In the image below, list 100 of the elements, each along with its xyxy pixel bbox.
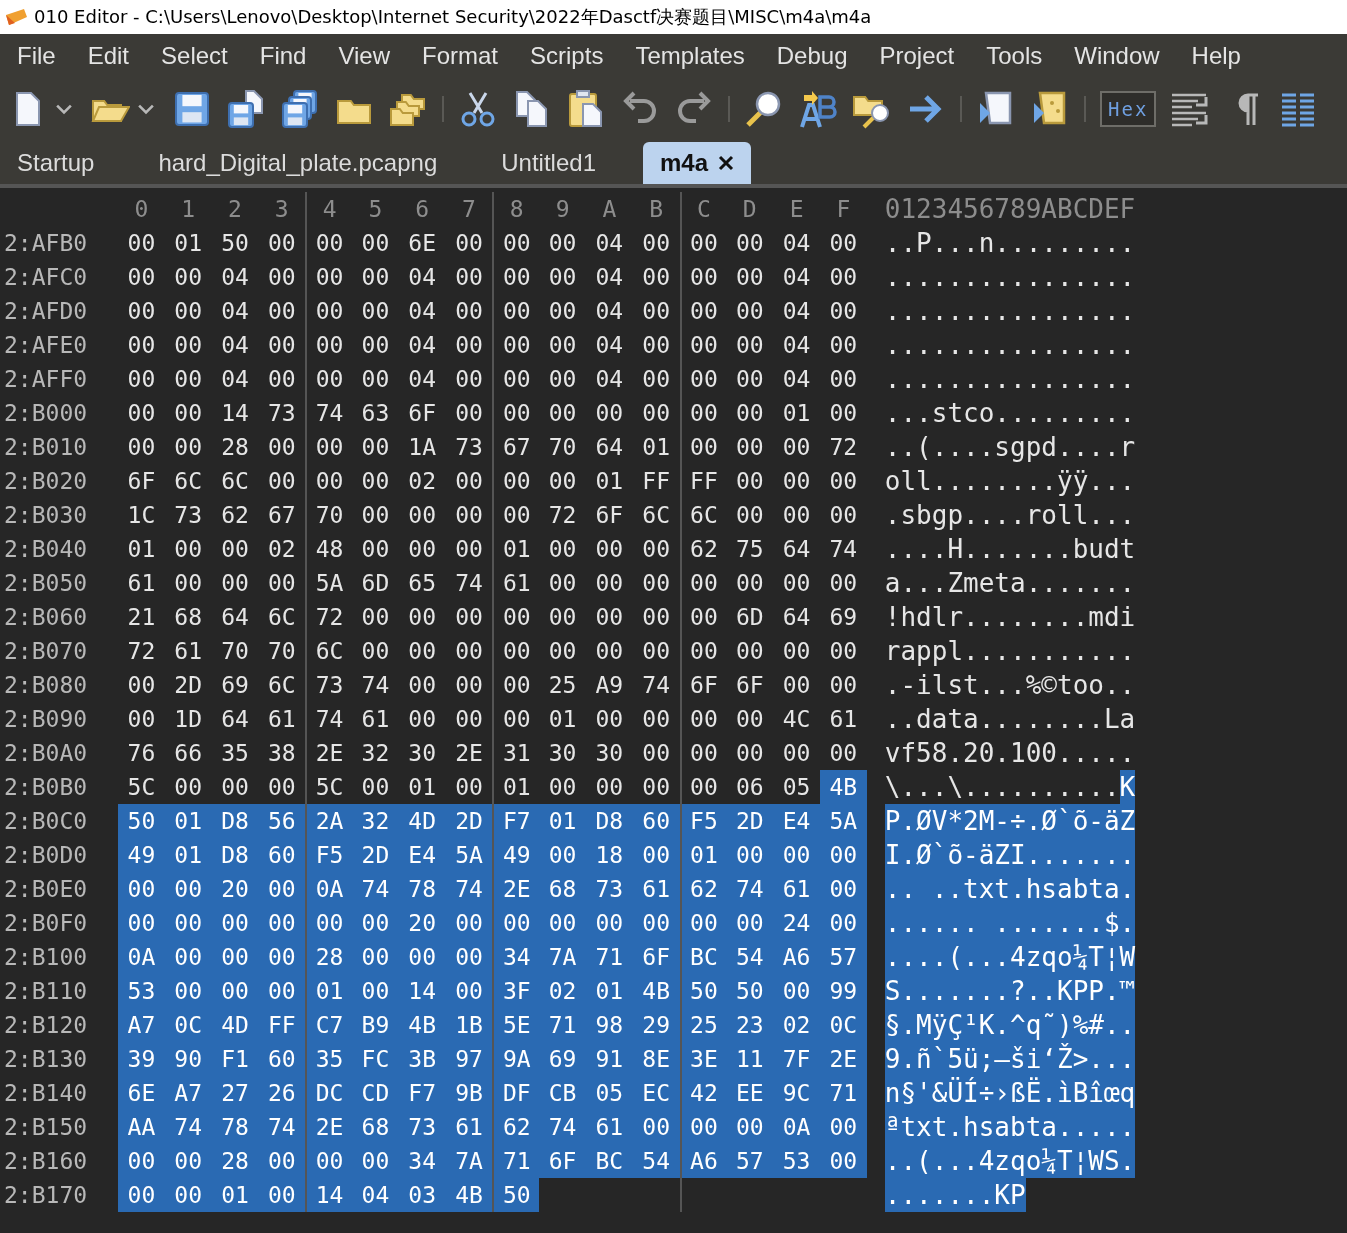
menu-item[interactable]: Help xyxy=(1175,42,1257,70)
hex-byte: 00 xyxy=(126,229,157,258)
hex-byte: 73 xyxy=(173,501,204,530)
hex-byte: 00 xyxy=(734,637,765,666)
hex-byte: 00 xyxy=(781,671,812,700)
hex-byte: F5 xyxy=(305,838,352,872)
hex-byte: 00 xyxy=(454,467,484,496)
row-address: 2:B0A0 xyxy=(3,739,89,768)
hex-byte: 9C xyxy=(773,1076,820,1110)
file-tab[interactable]: hard_Digital_plate.pcapng xyxy=(141,142,455,184)
hex-byte: 00 xyxy=(173,433,204,462)
hex-byte: 00 xyxy=(126,331,157,360)
hex-byte: 00 xyxy=(828,467,859,496)
hex-byte: 56 xyxy=(258,804,306,838)
hex-byte: 34 xyxy=(398,1144,446,1178)
menu-item[interactable]: Format xyxy=(406,42,515,70)
hex-byte: 00 xyxy=(641,331,671,360)
hex-byte: 01 xyxy=(407,773,438,802)
hex-byte: 00 xyxy=(398,940,446,974)
menu-item[interactable]: Debug xyxy=(760,42,864,70)
replace-icon[interactable] xyxy=(798,89,838,129)
hex-byte: 00 xyxy=(454,365,484,394)
hex-byte: 00 xyxy=(454,671,484,700)
hex-byte: 00 xyxy=(454,501,484,530)
hex-byte: 76 xyxy=(126,739,157,768)
hex-byte: 9B xyxy=(445,1076,493,1110)
ascii-text: \...\.......... xyxy=(884,771,1120,804)
hex-byte: 11 xyxy=(726,1042,774,1076)
menu-item[interactable]: Scripts xyxy=(514,42,620,70)
ascii-text: ...stco......... xyxy=(884,397,1136,430)
hex-byte: 01 xyxy=(679,838,727,872)
ascii-text: P.ØV*2M-÷.Ø`õ-äZ xyxy=(884,804,1136,838)
hex-byte: 00 xyxy=(305,260,352,294)
hex-byte: 54 xyxy=(726,940,774,974)
hex-byte: DC xyxy=(305,1076,352,1110)
hex-byte: 00 xyxy=(641,739,671,768)
file-tab[interactable]: m4a xyxy=(643,142,752,184)
hex-toggle[interactable]: Hex xyxy=(1100,91,1157,127)
row-address: 2:B100 xyxy=(3,943,89,972)
column-header: 8 xyxy=(492,192,540,226)
hex-byte: 04 xyxy=(220,365,250,394)
hex-byte: 62 xyxy=(679,872,727,906)
hex-byte: 62 xyxy=(492,1110,540,1144)
hex-byte: 14 xyxy=(220,399,250,428)
menu-item[interactable]: Templates xyxy=(619,42,761,70)
save-icon[interactable] xyxy=(172,89,212,129)
menu-item[interactable]: Tools xyxy=(970,42,1059,70)
hex-byte: 00 xyxy=(492,634,540,668)
hex-byte: 00 xyxy=(781,569,812,598)
hex-byte: 00 xyxy=(126,399,157,428)
menu-item[interactable]: Find xyxy=(243,42,323,70)
close-icon[interactable] xyxy=(718,155,735,171)
hex-byte: 02 xyxy=(266,535,297,564)
hex-byte: 00 xyxy=(679,634,727,668)
hex-byte: 00 xyxy=(679,566,727,600)
hex-byte: 20 xyxy=(398,906,446,940)
hex-byte: 0A xyxy=(773,1110,820,1144)
hex-byte: 00 xyxy=(126,671,157,700)
hex-byte: 00 xyxy=(547,637,578,666)
hex-byte: 72 xyxy=(828,433,859,462)
menu-item[interactable]: Window xyxy=(1058,42,1176,70)
hex-byte: 00 xyxy=(118,906,165,940)
hex-byte: 68 xyxy=(539,872,586,906)
hex-byte: 00 xyxy=(360,535,391,564)
hex-byte: 00 xyxy=(352,1144,399,1178)
menu-item[interactable]: View xyxy=(322,42,406,70)
hex-byte: 04 xyxy=(781,263,812,292)
menu-item[interactable]: Project xyxy=(863,42,971,70)
row-address: 2:B0B0 xyxy=(3,773,89,802)
hex-byte: 00 xyxy=(679,362,727,396)
hex-byte: 1A xyxy=(407,433,438,462)
hex-byte: 6C xyxy=(679,498,727,532)
menu-item[interactable]: File xyxy=(1,42,72,70)
hex-byte: 00 xyxy=(360,773,391,802)
file-tab[interactable]: Startup xyxy=(0,142,112,184)
save-as-icon[interactable] xyxy=(226,89,266,129)
hex-byte: 2E xyxy=(305,736,352,770)
hex-byte: 42 xyxy=(679,1076,727,1110)
file-tab[interactable]: Untitled1 xyxy=(484,142,613,184)
hex-byte: 67 xyxy=(266,501,297,530)
hex-byte: 6F xyxy=(734,671,765,700)
hex-byte: 74 xyxy=(352,872,399,906)
hex-byte: 2A xyxy=(305,804,352,838)
hex-byte: 00 xyxy=(547,535,578,564)
row-address: 2:B080 xyxy=(3,671,89,700)
hex-byte: 60 xyxy=(258,838,306,872)
hex-byte: 72 xyxy=(305,600,352,634)
hex-byte: 00 xyxy=(819,872,867,906)
hex-byte: 35 xyxy=(220,739,250,768)
menu-item[interactable]: Edit xyxy=(71,42,146,70)
hex-byte: 00 xyxy=(118,1144,165,1178)
save-all-icon[interactable] xyxy=(280,89,320,129)
hex-byte: 00 xyxy=(126,263,157,292)
hex-byte: 74 xyxy=(305,702,352,736)
ascii-text: ................ xyxy=(884,363,1136,396)
row-address: 2:B010 xyxy=(3,433,89,462)
column-header: 2 xyxy=(227,195,243,224)
menu-item[interactable]: Select xyxy=(145,42,244,70)
hex-byte: 00 xyxy=(828,569,859,598)
hex-byte: 50 xyxy=(492,1178,540,1212)
